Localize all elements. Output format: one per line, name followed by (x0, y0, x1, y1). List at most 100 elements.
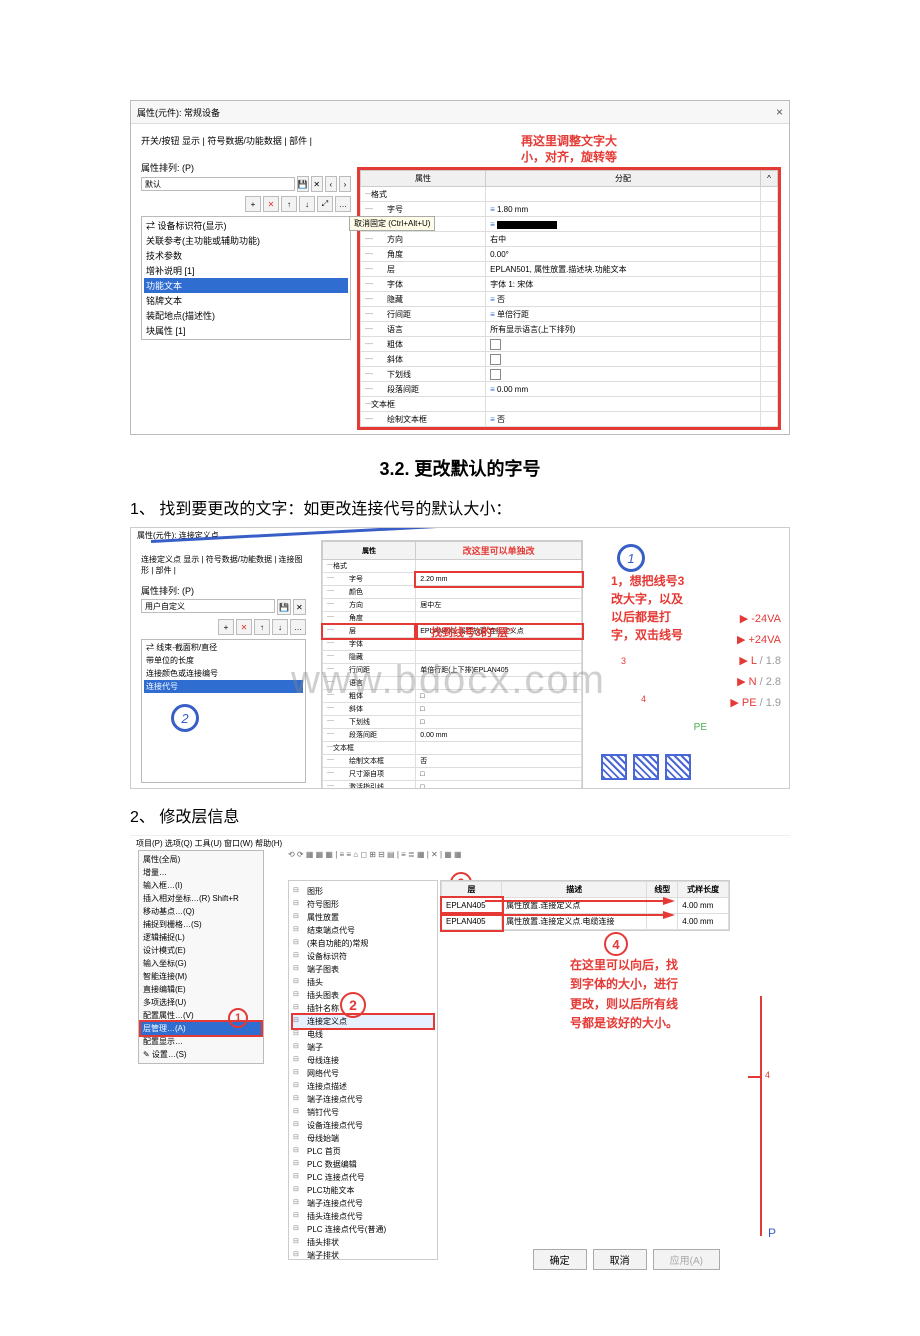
menu-item[interactable]: 输入框…(I) (141, 879, 261, 892)
prop-row[interactable]: 隐藏≡ 否 (361, 292, 778, 307)
tree-item[interactable]: 端子连接点代号 (293, 1197, 433, 1210)
prop-row[interactable]: 字号≡ 1.80 mm (361, 202, 778, 217)
menu-item[interactable]: 设计模式(E) (141, 944, 261, 957)
layer-grid[interactable]: 层描述线型式样长度 EPLAN405属性放置.连接定义点4.00 mmEPLAN… (440, 880, 730, 931)
menu-item[interactable]: 配置显示… (141, 1035, 261, 1048)
prop-row[interactable]: 激活指引线□ (323, 781, 582, 790)
list-item[interactable]: 关联参考(主功能或辅助功能) (144, 233, 348, 248)
prop-row[interactable]: 层EPLAN501, 属性放置.描述块.功能文本 (361, 262, 778, 277)
menu-item[interactable]: 直接编辑(E) (141, 983, 261, 996)
close-icon[interactable]: × (776, 105, 783, 119)
prop-row[interactable]: 斜体 (361, 352, 778, 367)
tree-item[interactable]: 插头连接点代号 (293, 1210, 433, 1223)
mid-arr-value[interactable]: 用户自定义 (141, 599, 275, 613)
menu-item[interactable]: 移动基点…(Q) (141, 905, 261, 918)
menu-item[interactable]: 增量… (141, 866, 261, 879)
mid-down-icon[interactable]: ↓ (272, 619, 288, 635)
tree-item[interactable]: 端子图表 (293, 963, 433, 976)
tree-item[interactable]: PLC功能文本 (293, 1184, 433, 1197)
tree-item[interactable]: 设备连接点代号 (293, 1119, 433, 1132)
list-del-icon[interactable]: ✕ (263, 196, 279, 212)
mid-save-icon[interactable]: 💾 (277, 599, 290, 615)
menu-item[interactable]: 输入坐标(G) (141, 957, 261, 970)
menu-item[interactable]: 多项选择(U) (141, 996, 261, 1009)
tree-item[interactable]: 销钉代号 (293, 1106, 433, 1119)
list-item[interactable]: ⇄ 设备标识符(显示) (144, 218, 348, 233)
property-table[interactable]: 属性 分配 ^ 格式字号≡ 1.80 mm颜色≡ 方向右中角度0.00°层EPL… (359, 169, 779, 428)
options-menu[interactable]: 属性(全局)增量…输入框…(I)插入相对坐标…(R) Shift+R移动基点…(… (138, 850, 264, 1064)
prop-row[interactable]: 方向居中左 (323, 599, 582, 612)
cancel-button[interactable]: 取消 (593, 1249, 647, 1270)
tree-item[interactable]: 属性放置 (293, 911, 433, 924)
list-item[interactable]: 块属性 [1] (144, 323, 348, 338)
menu-item[interactable]: 插入相对坐标…(R) Shift+R (141, 892, 261, 905)
list-up-icon[interactable]: ↑ (281, 196, 297, 212)
mid-del2-icon[interactable]: ✕ (236, 619, 252, 635)
mid-more-icon[interactable]: … (290, 619, 306, 635)
prop-row[interactable]: 段落间距0.00 mm (323, 729, 582, 742)
property-list[interactable]: ⇄ 设备标识符(显示)关联参考(主功能或辅助功能)技术参数增补说明 [1]功能文… (141, 216, 351, 340)
layer-tree[interactable]: 图形符号图形属性放置结束端点代号(来自功能的)常规设备标识符端子图表插头插头图表… (288, 880, 438, 1260)
tree-item[interactable]: 设备标识符 (293, 950, 433, 963)
list-item[interactable]: 铭牌文本 (144, 293, 348, 308)
prop-row[interactable]: 段落间距≡ 0.00 mm (361, 382, 778, 397)
list-item[interactable]: 技术参数 (144, 248, 348, 263)
tree-item[interactable]: PLC 连接点代号 (293, 1171, 433, 1184)
tree-item[interactable]: 电线 (293, 1028, 433, 1041)
list-item[interactable]: 功能文本 (144, 278, 348, 293)
prop-row[interactable]: 格式 (323, 560, 582, 573)
list-item[interactable]: ⇄ 线束-截面积/直径 (144, 641, 303, 654)
menu-item[interactable]: 逻辑捕捉(L) (141, 931, 261, 944)
prop-row[interactable]: 方向右中 (361, 232, 778, 247)
list-undock-icon[interactable]: ⤢ (317, 196, 333, 212)
prop-row[interactable]: 绘制文本框否 (323, 755, 582, 768)
list-item[interactable]: 带单位的长度 (144, 654, 303, 667)
tree-item[interactable]: 连接点描述 (293, 1080, 433, 1093)
tree-item[interactable]: (来自功能的)常规 (293, 937, 433, 950)
mid-add-icon[interactable]: + (218, 619, 234, 635)
tree-item[interactable]: 母线连接 (293, 1054, 433, 1067)
prop-row[interactable]: 绘制文本框≡ 否 (361, 412, 778, 427)
menu-item[interactable]: ✎ 设置…(S) (141, 1048, 261, 1061)
tree-item[interactable]: 结束端点代号 (293, 924, 433, 937)
mid-tabs[interactable]: 连接定义点 显示 | 符号数据/功能数据 | 连接图形 | 部件 | (141, 554, 306, 576)
tree-item[interactable]: 插头排状 (293, 1236, 433, 1249)
prop-row[interactable]: 下划线 (361, 367, 778, 382)
tree-item[interactable]: 端子连接点代号 (293, 1093, 433, 1106)
list-item[interactable]: 装配地点(描述性) (144, 308, 348, 323)
list-item[interactable]: 连接颜色或连接编号 (144, 667, 303, 680)
prop-row[interactable]: 文本框 (323, 742, 582, 755)
list-item[interactable]: 连接代号 (144, 680, 303, 693)
tree-item[interactable]: 图形 (293, 885, 433, 898)
arrange-right-icon[interactable]: › (339, 176, 351, 192)
prop-row[interactable]: 语言所有显示语言(上下排列) (361, 322, 778, 337)
tree-item[interactable]: 插头 (293, 976, 433, 989)
apply-button[interactable]: 应用(A) (653, 1249, 720, 1270)
ok-button[interactable]: 确定 (533, 1249, 587, 1270)
prop-row[interactable]: 下划线□ (323, 716, 582, 729)
list-add-icon[interactable]: + (245, 196, 261, 212)
menu-item[interactable]: 智能连接(M) (141, 970, 261, 983)
tree-item[interactable]: 网络代号 (293, 1067, 433, 1080)
prop-row[interactable]: 字号2.20 mm (323, 573, 582, 586)
prop-row[interactable]: 文本框 (361, 397, 778, 412)
prop-row[interactable]: 颜色 (323, 586, 582, 599)
dialog-tabs[interactable]: 开关/按钮 显示 | 符号数据/功能数据 | 部件 | (141, 134, 351, 147)
prop-row[interactable]: 字体字体 1: 宋体 (361, 277, 778, 292)
arrange-left-icon[interactable]: ‹ (325, 176, 337, 192)
mid-up-icon[interactable]: ↑ (254, 619, 270, 635)
prop-row[interactable]: 粗体 (361, 337, 778, 352)
prop-row[interactable]: 角度 (323, 612, 582, 625)
prop-row[interactable]: 尺寸源自项□ (323, 768, 582, 781)
arrange-save-icon[interactable]: 💾 (297, 176, 309, 192)
mid-del-icon[interactable]: ✕ (293, 599, 306, 615)
menu-item[interactable]: 捕捉到栅格…(S) (141, 918, 261, 931)
list-item[interactable]: 增补说明 [1] (144, 263, 348, 278)
tree-item[interactable]: 母线始端 (293, 1132, 433, 1145)
prop-row[interactable]: 行间距≡ 单倍行距 (361, 307, 778, 322)
arrangement-value[interactable]: 默认 (141, 177, 295, 191)
mid-property-list[interactable]: ⇄ 线束-截面积/直径带单位的长度连接颜色或连接编号连接代号 (141, 639, 306, 783)
list-more-icon[interactable]: … (335, 196, 351, 212)
tree-item[interactable]: 端子排状 (293, 1249, 433, 1260)
tree-item[interactable]: PLC 数据编辑 (293, 1158, 433, 1171)
